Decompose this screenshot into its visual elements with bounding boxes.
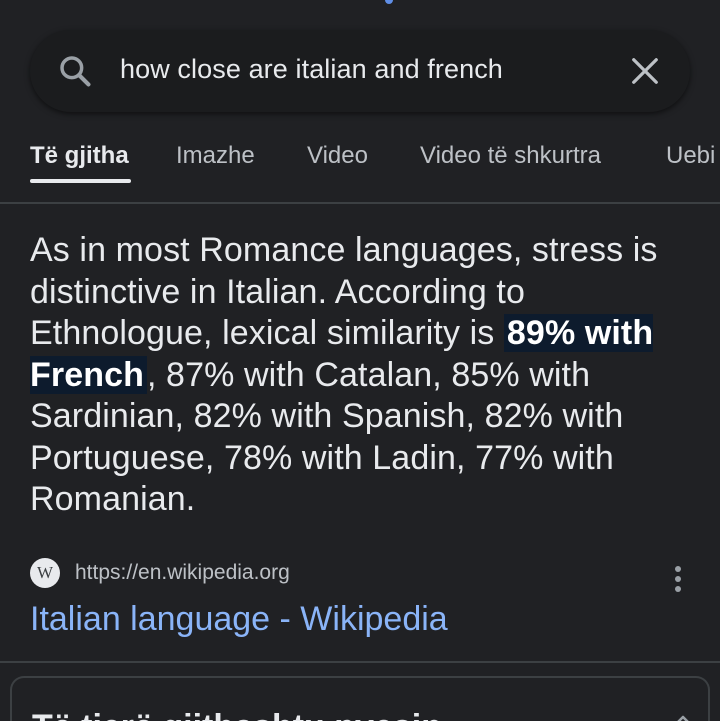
more-vert-icon[interactable]	[666, 566, 690, 596]
search-input[interactable]: how close are italian and french	[120, 54, 503, 85]
search-bar[interactable]: how close are italian and french	[30, 30, 690, 112]
tab-videos[interactable]: Video	[307, 142, 368, 170]
result-divider	[0, 661, 720, 663]
people-also-ask-title: Të tjerë gjithashtu pyesin	[32, 708, 442, 721]
people-also-ask-card[interactable]: Të tjerë gjithashtu pyesin	[10, 676, 710, 721]
close-icon[interactable]	[630, 56, 660, 86]
search-results-page: how close are italian and french Të gjit…	[0, 0, 720, 721]
tab-short-videos[interactable]: Video të shkurtra	[420, 142, 601, 170]
search-tabs: Të gjitha Imazhe Video Video të shkurtra…	[0, 130, 720, 186]
source-url[interactable]: https://en.wikipedia.org	[75, 561, 290, 585]
tabs-divider	[0, 202, 720, 204]
tab-web[interactable]: Uebi	[666, 142, 715, 170]
featured-snippet-text: As in most Romance languages, stress is …	[30, 230, 690, 521]
tab-all[interactable]: Të gjitha	[30, 142, 129, 170]
tab-images[interactable]: Imazhe	[176, 142, 255, 170]
active-tab-indicator	[30, 179, 131, 183]
chevron-up-icon[interactable]	[672, 714, 694, 721]
status-indicator	[385, 0, 393, 4]
result-title-link[interactable]: Italian language - Wikipedia	[30, 600, 448, 639]
search-icon[interactable]	[56, 52, 94, 90]
wikipedia-favicon-icon: W	[30, 558, 60, 588]
